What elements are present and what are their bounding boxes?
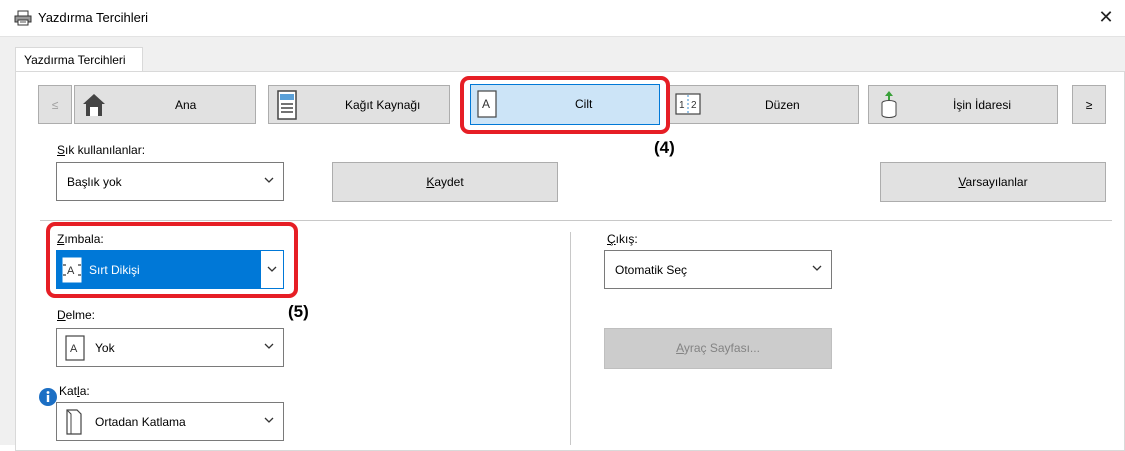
save-button[interactable]: Kaydet (332, 162, 558, 202)
defaults-button[interactable]: Varsayılanlar (880, 162, 1106, 202)
nav-tab-job-handling[interactable]: İşin İdaresi (868, 85, 1058, 124)
section-divider (40, 220, 1112, 221)
title-bar: Yazdırma Tercihleri ✕ (0, 0, 1125, 36)
highlight-staple (46, 222, 298, 298)
fold-label: Katla: (59, 384, 90, 398)
nav-tab-paper-source[interactable]: Kağıt Kaynağı (268, 85, 450, 124)
nav-tab-layout[interactable]: 1 2 Düzen (668, 85, 859, 124)
fold-page-icon (66, 409, 82, 435)
nav-label-paper-source: Kağıt Kaynağı (345, 98, 421, 112)
tab-print-preferences[interactable]: Yazdırma Tercihleri (15, 47, 143, 72)
nav-label-main: Ana (175, 98, 197, 112)
close-icon[interactable]: ✕ (1095, 6, 1117, 28)
highlight-binding-tab (460, 76, 670, 134)
chevron-down-icon (264, 417, 274, 423)
paper-tray-icon (277, 90, 297, 120)
favorites-select[interactable]: Başlık yok (56, 162, 284, 201)
output-value: Otomatik Seç (615, 263, 688, 277)
favorites-value: Başlık yok (67, 175, 122, 189)
home-icon (83, 94, 105, 116)
callout-5: (5) (288, 302, 309, 321)
column-divider (570, 232, 571, 445)
nav-next-button[interactable]: ≥ (1072, 85, 1106, 124)
job-stack-icon (881, 91, 897, 118)
svg-text:A: A (70, 343, 78, 355)
nav-label-job-handling: İşin İdaresi (953, 98, 1012, 112)
punch-value: Yok (95, 341, 115, 355)
printer-icon (14, 10, 32, 26)
punch-select[interactable]: A Yok (56, 328, 284, 367)
punch-label: Delme: (57, 308, 96, 322)
fold-value: Ortadan Katlama (95, 415, 186, 429)
chevron-down-icon (264, 177, 274, 183)
fold-select[interactable]: Ortadan Katlama (56, 402, 284, 441)
svg-text:2: 2 (691, 100, 697, 111)
nav-tab-main[interactable]: Ana (74, 85, 256, 124)
separator-page-button[interactable]: Ayraç Sayfası... (604, 328, 832, 369)
tab-label: Yazdırma Tercihleri (24, 53, 126, 67)
nav-label-layout: Düzen (765, 98, 800, 112)
output-select[interactable]: Otomatik Seç (604, 250, 832, 289)
page-icon: A (65, 335, 85, 361)
favorites-label: Sık kullanılanlar: (57, 143, 146, 157)
layout-icon: 1 2 (675, 93, 701, 115)
window-title: Yazdırma Tercihleri (38, 10, 149, 25)
output-label: Çıkış: (607, 232, 638, 246)
chevron-down-icon (264, 343, 274, 349)
chevron-down-icon (812, 265, 822, 271)
info-icon (39, 388, 57, 406)
nav-prev-button[interactable]: ≤ (38, 85, 72, 124)
svg-text:1: 1 (679, 100, 685, 111)
callout-4: (4) (654, 138, 675, 157)
